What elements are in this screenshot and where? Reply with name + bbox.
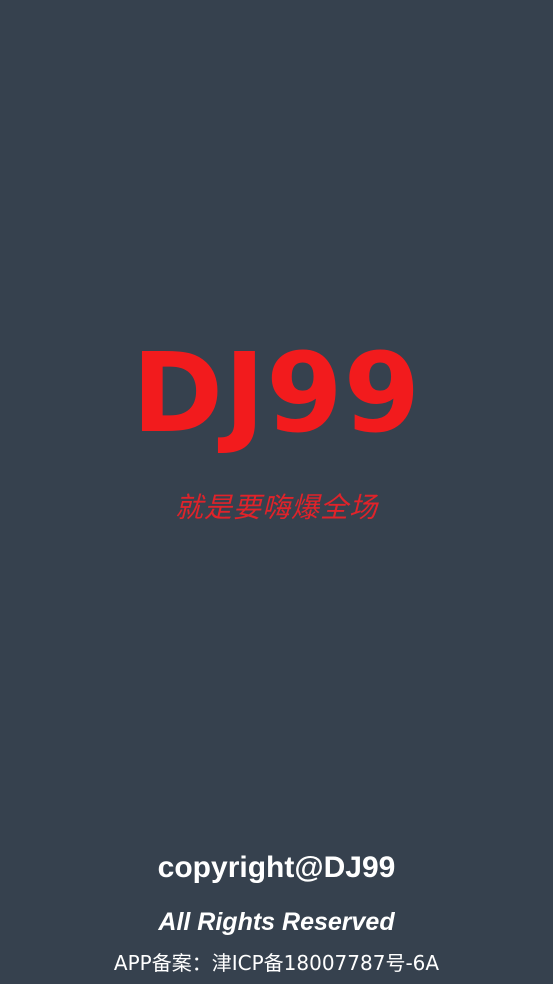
copyright-text: copyright@DJ99 bbox=[157, 851, 396, 884]
brand-title: DJ99 bbox=[131, 329, 422, 457]
rights-reserved-text: All Rights Reserved bbox=[158, 908, 395, 936]
brand-tagline: 就是要嗨爆全场 bbox=[174, 491, 378, 524]
splash-screen: DJ99 就是要嗨爆全场 copyright@DJ99 All Rights R… bbox=[0, 0, 553, 984]
icp-record-text: APP备案：津ICP备18007787号-6A bbox=[113, 951, 440, 975]
